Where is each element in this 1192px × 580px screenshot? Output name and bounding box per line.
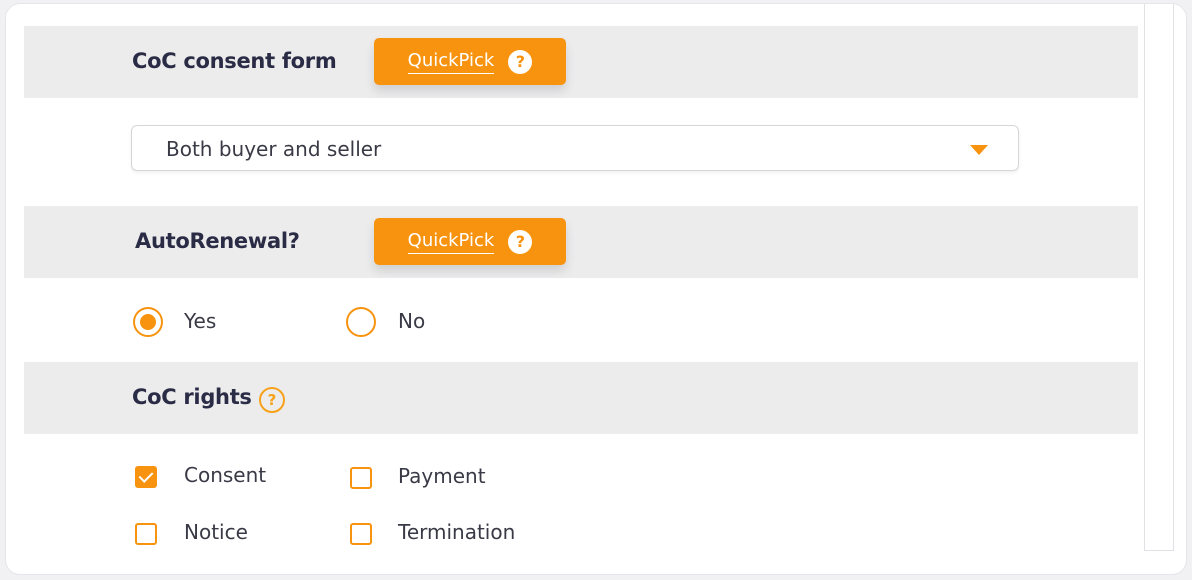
scrollbar[interactable] [1144, 4, 1174, 551]
consent-checkbox[interactable] [135, 466, 157, 488]
coc-consent-form-select[interactable]: Both buyer and seller [131, 125, 1019, 171]
auto-renewal-yes-radio[interactable] [133, 307, 163, 337]
coc-consent-form-title: CoC consent form [132, 49, 337, 73]
help-icon[interactable]: ? [259, 387, 285, 413]
select-value: Both buyer and seller [166, 137, 382, 161]
termination-checkbox[interactable] [350, 523, 372, 545]
notice-label: Notice [184, 520, 248, 544]
auto-renewal-no-radio[interactable] [346, 307, 376, 337]
coc-consent-form-header: CoC consent form QuickPick ? [24, 26, 1138, 98]
caret-down-icon [970, 145, 988, 155]
consent-label: Consent [184, 463, 267, 487]
payment-checkbox[interactable] [350, 467, 372, 489]
help-icon[interactable]: ? [508, 49, 533, 74]
auto-renewal-header: AutoRenewal? QuickPick ? [24, 206, 1138, 278]
termination-label: Termination [398, 520, 516, 544]
quickpick-label: QuickPick [407, 50, 495, 74]
auto-renewal-no-label: No [398, 309, 426, 333]
notice-checkbox[interactable] [135, 523, 157, 545]
coc-rights-title: CoC rights [132, 385, 252, 409]
coc-rights-header: CoC rights [24, 362, 1138, 434]
auto-renewal-quickpick-button[interactable]: QuickPick ? [374, 218, 566, 265]
quickpick-label: QuickPick [407, 230, 495, 254]
payment-label: Payment [398, 464, 486, 488]
coc-consent-quickpick-button[interactable]: QuickPick ? [374, 38, 566, 85]
help-icon[interactable]: ? [508, 229, 533, 254]
auto-renewal-title: AutoRenewal? [135, 229, 300, 253]
form-card: CoC consent form QuickPick ? Both buyer … [6, 4, 1186, 574]
auto-renewal-yes-label: Yes [184, 309, 217, 333]
